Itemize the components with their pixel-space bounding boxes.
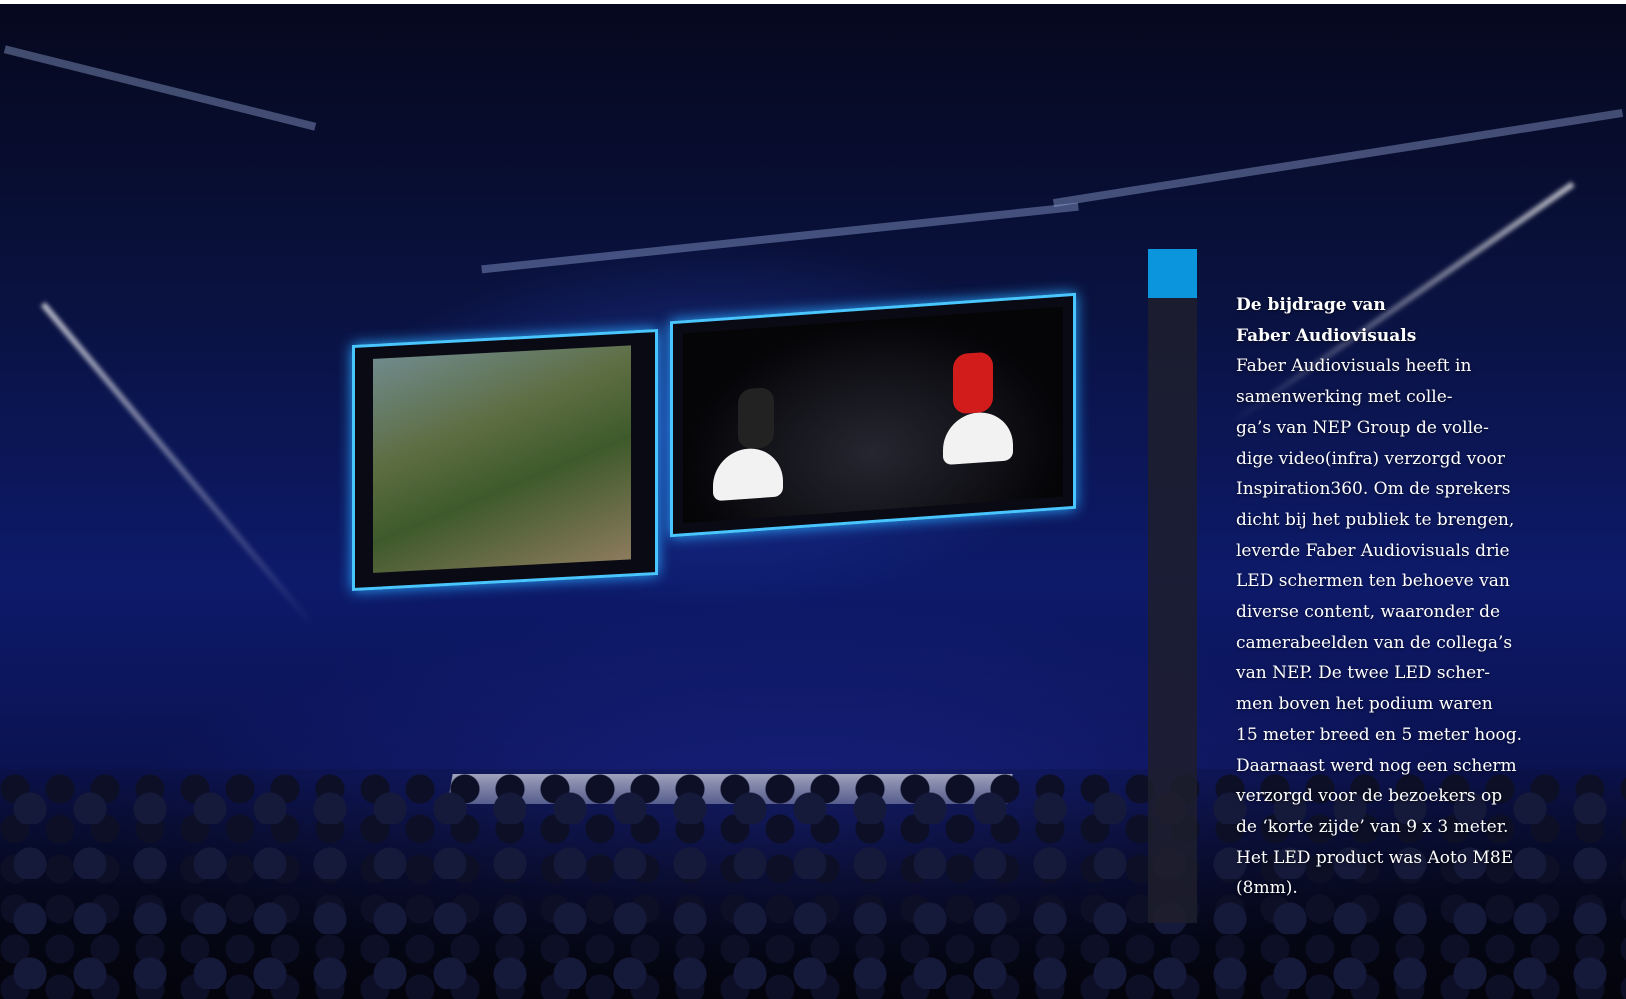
truss [3,45,317,131]
panel-body-line: dicht bij het publiek te brengen, [1236,509,1515,530]
panel-bar [1148,249,1197,923]
led-screen-right [670,292,1076,538]
panel-body-line: Inspiration360. Om de sprekers [1236,479,1511,500]
led-screen-left [352,328,658,592]
panel-body-line: men boven het podium waren [1236,694,1493,715]
panel-body-line: dige video(infra) verzorgd voor [1236,448,1505,469]
panel-body-line: Daarnaast werd nog een scherm [1236,755,1517,776]
panel-body-line: Faber Audiovisuals heeft in [1236,356,1472,377]
speaker [953,351,993,415]
panel-body-line: samenwerking met colle- [1236,387,1453,408]
speaker [738,386,774,450]
panel-body-line: van NEP. De twee LED scher- [1236,663,1491,684]
chair [943,410,1013,466]
panel-body-line: ga’s van NEP Group de volle- [1236,417,1489,438]
panel-body-line: Het LED product was Aoto M8E [1236,847,1514,868]
info-panel: De bijdrage van Faber Audiovisuals Faber… [1236,290,1551,904]
screen-image-mountain [373,345,631,573]
panel-body-line: de ‘korte zijde’ van 9 x 3 meter. [1236,816,1509,837]
panel-body-line: 15 meter breed en 5 meter hoog. [1236,724,1522,745]
panel-body-line: verzorgd voor de bezoekers op [1236,786,1503,807]
truss [1052,108,1624,208]
accent-square [1148,249,1197,298]
screen-image-interview [683,306,1063,524]
panel-body-line: diverse content, waaronder de [1236,602,1501,623]
truss [481,202,1079,274]
panel-title-line: De bijdrage van [1236,295,1386,315]
panel-title-line: Faber Audiovisuals [1236,325,1417,346]
panel-body-line: (8mm). [1236,878,1298,899]
panel-body-line: leverde Faber Audiovisuals drie [1236,540,1510,561]
panel-body-line: camerabeelden van de collega’s [1236,632,1513,653]
panel-body-line: LED schermen ten behoeve van [1236,571,1510,592]
light-beam [40,302,316,628]
chair [713,446,783,502]
